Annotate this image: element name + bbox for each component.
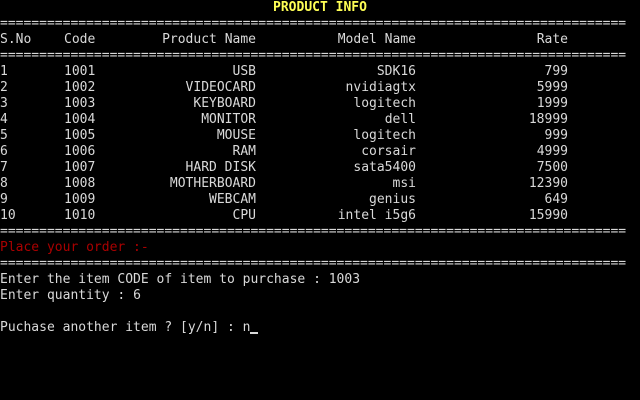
page-title: PRODUCT INFO	[273, 0, 367, 15]
cell-rate: 1999	[536, 96, 568, 111]
table-row: 1 1001 USB SDK16 799	[0, 64, 640, 80]
header-code: Code	[64, 32, 96, 47]
cell-sno: 2	[0, 80, 8, 95]
cell-product-name: WEBCAM	[209, 192, 256, 207]
cell-sno: 8	[0, 176, 8, 191]
cell-rate: 649	[544, 192, 568, 207]
cell-code: 1010	[64, 208, 96, 223]
cell-rate: 799	[544, 64, 568, 79]
header-model-name: Model Name	[337, 32, 416, 47]
table-row: 6 1006 RAM corsair 4999	[0, 144, 640, 160]
table-row: 3 1003 KEYBOARD logitech 1999	[0, 96, 640, 112]
cell-sno: 9	[0, 192, 8, 207]
cell-product-name: MOTHERBOARD	[169, 176, 256, 191]
qty-prompt-line: Enter quantity : 6	[0, 288, 141, 304]
cell-code: 1001	[64, 64, 96, 79]
divider-order: ========================================…	[0, 256, 627, 271]
table-row: 7 1007 HARD DISK sata5400 7500	[0, 160, 640, 176]
code-prompt-label: Enter the item CODE of item to purchase …	[0, 272, 329, 287]
cell-product-name: USB	[232, 64, 256, 79]
text-cursor	[250, 332, 259, 334]
header-rate: Rate	[536, 32, 568, 47]
qty-prompt-label: Enter quantity :	[0, 288, 134, 303]
cell-rate: 15990	[528, 208, 568, 223]
cell-sno: 10	[0, 208, 16, 223]
header-product-name: Product Name	[162, 32, 256, 47]
cell-model-name: logitech	[353, 96, 416, 111]
cell-rate: 18999	[528, 112, 568, 127]
cell-model-name: SDK16	[376, 64, 416, 79]
console-screen: PRODUCT INFO ===========================…	[0, 0, 640, 400]
cell-product-name: KEYBOARD	[193, 96, 256, 111]
cell-code: 1007	[64, 160, 96, 175]
cell-code: 1006	[64, 144, 96, 159]
cell-code: 1002	[64, 80, 96, 95]
divider-header: ========================================…	[0, 48, 627, 63]
cell-sno: 6	[0, 144, 8, 159]
cell-code: 1004	[64, 112, 96, 127]
another-input-value[interactable]: n	[243, 320, 251, 335]
cell-code: 1008	[64, 176, 96, 191]
cell-rate: 12390	[528, 176, 568, 191]
cell-product-name: RAM	[232, 144, 256, 159]
table-row: 10 1010 CPU intel i5g6 15990	[0, 208, 640, 224]
cell-model-name: corsair	[361, 144, 416, 159]
cell-model-name: sata5400	[353, 160, 416, 175]
cell-model-name: genius	[369, 192, 416, 207]
another-prompt-label: Puchase another item ? [y/n] :	[0, 320, 243, 335]
cell-rate: 4999	[536, 144, 568, 159]
table-row: 8 1008 MOTHERBOARD msi 12390	[0, 176, 640, 192]
cell-sno: 3	[0, 96, 8, 111]
cell-rate: 5999	[536, 80, 568, 95]
cell-product-name: HARD DISK	[185, 160, 256, 175]
cell-rate: 7500	[536, 160, 568, 175]
cell-sno: 1	[0, 64, 8, 79]
cell-sno: 5	[0, 128, 8, 143]
cell-sno: 7	[0, 160, 8, 175]
cell-product-name: MOUSE	[216, 128, 256, 143]
cell-code: 1009	[64, 192, 96, 207]
cell-model-name: intel i5g6	[337, 208, 416, 223]
cell-product-name: VIDEOCARD	[185, 80, 256, 95]
header-sno: S.No	[0, 32, 32, 47]
divider-top: ========================================…	[0, 16, 627, 31]
divider-table-end: ========================================…	[0, 224, 627, 239]
qty-input-value[interactable]: 6	[133, 288, 141, 303]
table-row: 4 1004 MONITOR dell 18999	[0, 112, 640, 128]
code-prompt-line: Enter the item CODE of item to purchase …	[0, 272, 360, 288]
order-heading: Place your order :-	[0, 240, 149, 255]
cell-code: 1005	[64, 128, 96, 143]
cell-code: 1003	[64, 96, 96, 111]
table-row: 2 1002 VIDEOCARD nvidiagtx 5999	[0, 80, 640, 96]
cell-sno: 4	[0, 112, 8, 127]
table-row: 9 1009 WEBCAM genius 649	[0, 192, 640, 208]
cell-model-name: nvidiagtx	[345, 80, 416, 95]
table-row: 5 1005 MOUSE logitech 999	[0, 128, 640, 144]
cell-product-name: MONITOR	[201, 112, 256, 127]
cell-model-name: msi	[392, 176, 416, 191]
code-input-value[interactable]: 1003	[329, 272, 360, 287]
cell-model-name: dell	[384, 112, 416, 127]
cell-rate: 999	[544, 128, 568, 143]
cell-product-name: CPU	[232, 208, 256, 223]
cell-model-name: logitech	[353, 128, 416, 143]
another-prompt-line: Puchase another item ? [y/n] : n	[0, 320, 259, 336]
